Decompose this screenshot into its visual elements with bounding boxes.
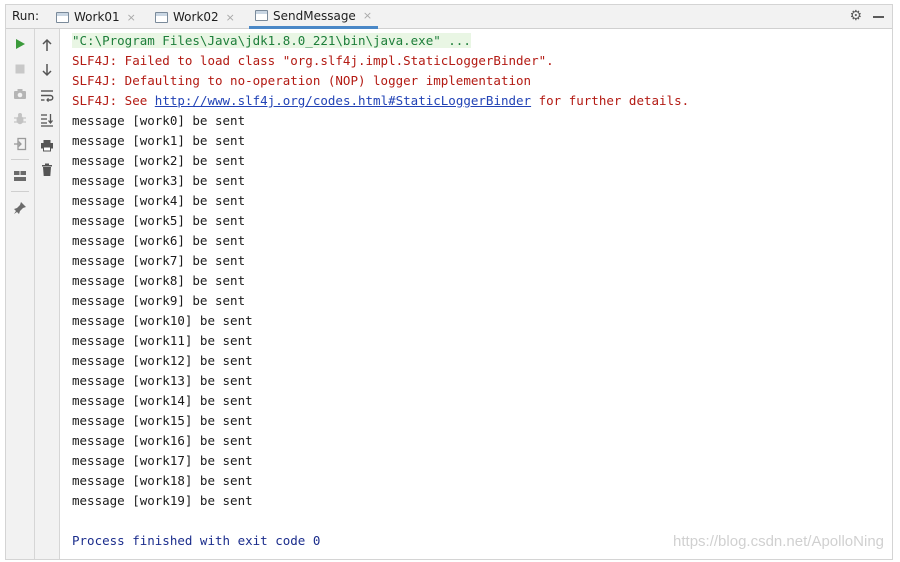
slf4j-error-line: SLF4J: See http://www.slf4j.org/codes.ht… — [72, 91, 882, 111]
output-line: message [work11] be sent — [72, 333, 253, 348]
gear-icon[interactable]: ⚙ — [849, 8, 862, 24]
output-line: message [work19] be sent — [72, 493, 253, 508]
print-icon[interactable] — [37, 135, 57, 155]
tab-work02[interactable]: Work02 × — [155, 5, 235, 29]
console-tab-icon — [155, 11, 168, 23]
close-icon[interactable]: × — [127, 11, 136, 24]
slf4j-prefix: SLF4J: See — [72, 93, 155, 108]
console-tab-icon — [255, 10, 268, 21]
camera-icon[interactable] — [10, 84, 30, 104]
minimize-icon[interactable] — [873, 16, 884, 18]
close-icon[interactable]: × — [363, 9, 372, 22]
run-toolbar-secondary — [35, 29, 60, 559]
slf4j-error-line: SLF4J: Failed to load class "org.slf4j.i… — [72, 53, 554, 68]
output-line: message [work10] be sent — [72, 313, 253, 328]
output-line: message [work12] be sent — [72, 353, 253, 368]
run-label: Run: — [12, 9, 40, 23]
output-line: message [work17] be sent — [72, 453, 253, 468]
output-line: message [work9] be sent — [72, 293, 246, 308]
console-tab-icon — [56, 11, 69, 23]
tab-label: SendMessage — [273, 8, 356, 23]
output-line: message [work6] be sent — [72, 233, 246, 248]
command-line-row: "C:\Program Files\Java\jdk1.8.0_221\bin\… — [72, 31, 882, 51]
slf4j-suffix: for further details. — [531, 93, 690, 108]
run-header: Run: Work01 × Work02 × SendMessage × ⚙ — [6, 5, 892, 29]
watermark: https://blog.csdn.net/ApolloNing — [673, 533, 884, 550]
output-line: message [work2] be sent — [72, 153, 246, 168]
close-icon[interactable]: × — [226, 11, 235, 24]
output-line: message [work14] be sent — [72, 393, 253, 408]
slf4j-error-line: SLF4J: Defaulting to no-operation (NOP) … — [72, 73, 532, 88]
toolbar-separator — [11, 159, 29, 160]
output-line: message [work18] be sent — [72, 473, 253, 488]
output-line: message [work15] be sent — [72, 413, 253, 428]
console-output[interactable]: "C:\Program Files\Java\jdk1.8.0_221\bin\… — [72, 31, 882, 551]
output-line: message [work3] be sent — [72, 173, 246, 188]
arrow-up-icon[interactable] — [37, 35, 57, 55]
output-line: message [work5] be sent — [72, 213, 246, 228]
command-line: "C:\Program Files\Java\jdk1.8.0_221\bin\… — [72, 33, 471, 48]
output-line: message [work7] be sent — [72, 253, 246, 268]
slf4j-docs-link[interactable]: http://www.slf4j.org/codes.html#StaticLo… — [155, 93, 531, 108]
layout-icon[interactable] — [10, 166, 30, 186]
soft-wrap-icon[interactable] — [37, 85, 57, 105]
run-tool-window: Run: Work01 × Work02 × SendMessage × ⚙ "… — [5, 4, 893, 560]
output-line: message [work4] be sent — [72, 193, 246, 208]
output-line: message [work8] be sent — [72, 273, 246, 288]
run-toolbar-primary — [6, 29, 35, 559]
tab-work01[interactable]: Work01 × — [56, 5, 136, 29]
tab-label: Work01 — [74, 10, 120, 24]
tab-sendmessage[interactable]: SendMessage × — [249, 5, 379, 29]
output-line: message [work0] be sent — [72, 113, 246, 128]
exit-icon[interactable] — [10, 134, 30, 154]
scroll-to-end-icon[interactable] — [37, 110, 57, 130]
arrow-down-icon[interactable] — [37, 60, 57, 80]
toolbar-separator — [11, 191, 29, 192]
debug-icon[interactable] — [10, 109, 30, 129]
output-line: message [work16] be sent — [72, 433, 253, 448]
output-line: message [work1] be sent — [72, 133, 246, 148]
tab-label: Work02 — [173, 10, 219, 24]
output-line: message [work13] be sent — [72, 373, 253, 388]
pin-icon[interactable] — [10, 198, 30, 218]
rerun-icon[interactable] — [10, 34, 30, 54]
stop-icon[interactable] — [10, 59, 30, 79]
trash-icon[interactable] — [37, 160, 57, 180]
